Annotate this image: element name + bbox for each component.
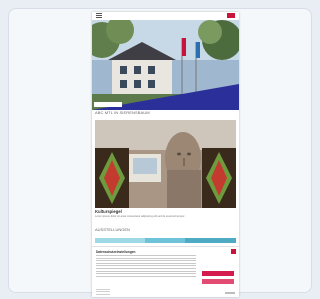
section-heading: Ausstellungen — [95, 227, 130, 232]
hero-caption: ABC MTL IN SIERENSBAUM — [92, 110, 239, 118]
hero-caption-text: ABC MTL IN SIERENSBAUM — [95, 110, 150, 115]
close-icon[interactable] — [231, 249, 236, 254]
artwork-title: Kulturspiegel — [95, 209, 122, 214]
cookie-footer-links[interactable] — [96, 289, 110, 296]
cookie-settings-button[interactable] — [202, 279, 234, 284]
cookie-title: Datenschutzeinstellungen — [96, 250, 136, 254]
hamburger-icon[interactable] — [96, 13, 102, 18]
artwork-description: Lorem ipsum dolor sit amet consectetur a… — [95, 215, 186, 218]
section-banner-image[interactable] — [95, 234, 236, 243]
top-bar — [92, 12, 239, 20]
cookie-consent-dialog: Datenschutzeinstellungen — [92, 246, 239, 297]
cookie-provider-logo — [225, 292, 235, 294]
accept-all-button[interactable] — [202, 271, 234, 276]
artwork-image[interactable] — [95, 120, 236, 208]
hero-image — [92, 20, 239, 110]
cookie-body-text — [96, 255, 196, 278]
flag-icon[interactable] — [227, 13, 235, 18]
mobile-page: ABC MTL IN SIERENSBAUM Kulturspiegel Lor… — [92, 12, 239, 297]
